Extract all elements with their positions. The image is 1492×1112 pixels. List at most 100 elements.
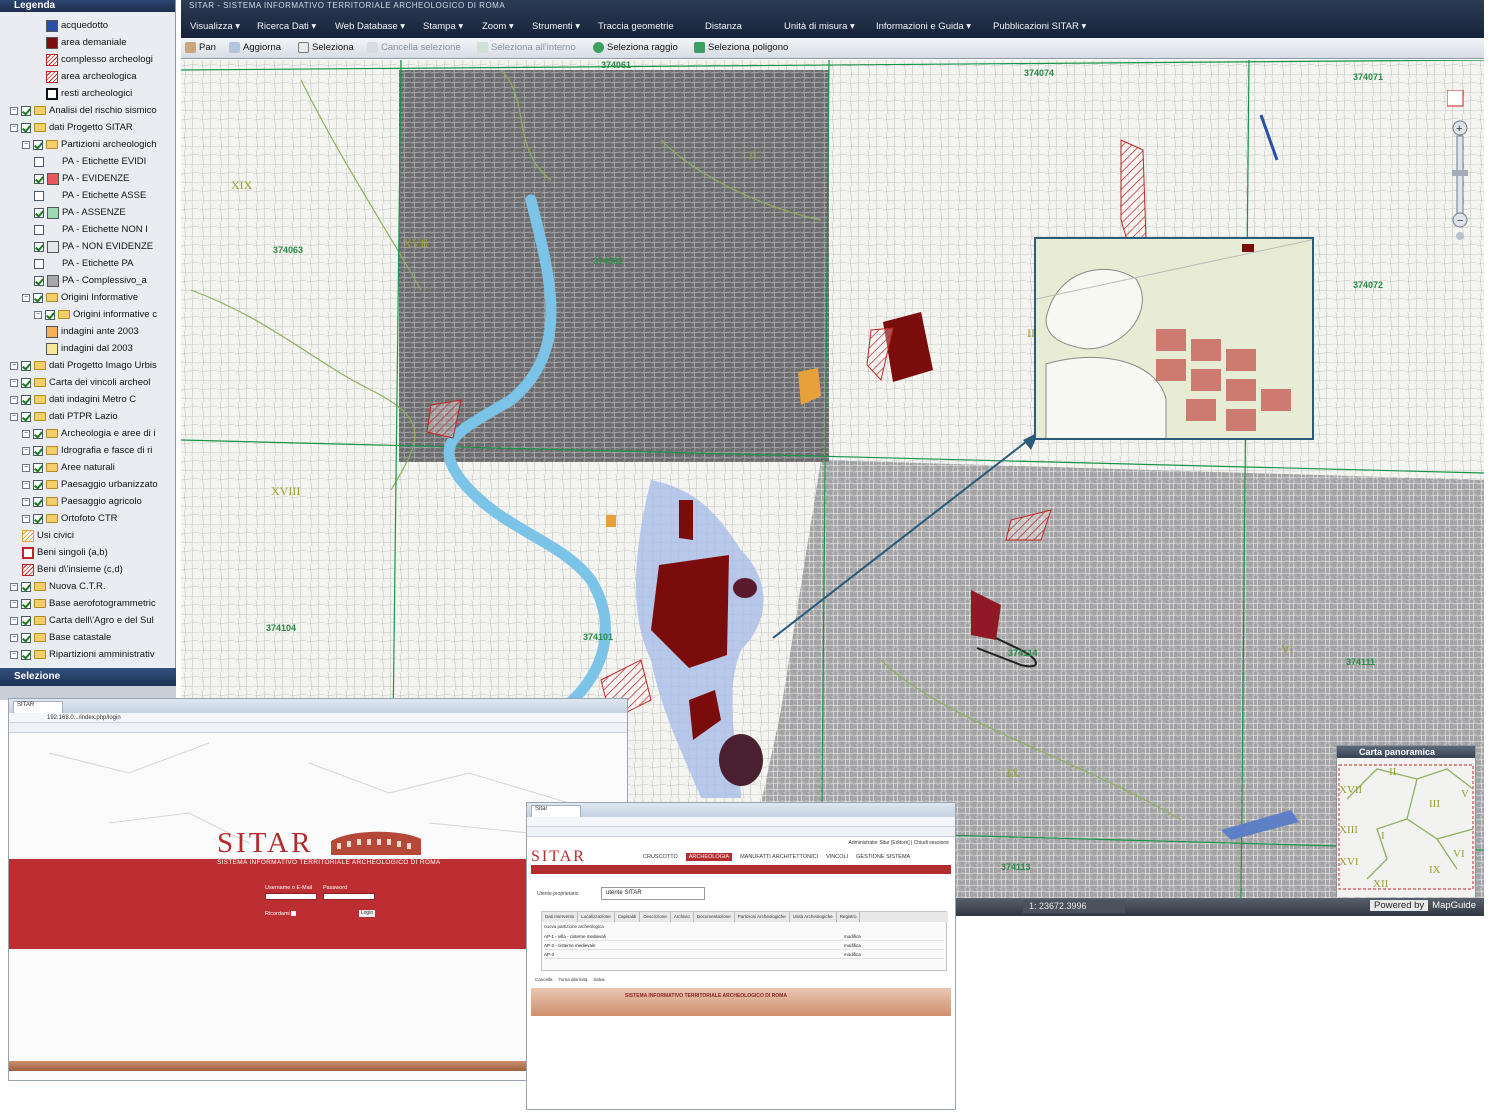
layer-checkbox[interactable] (21, 360, 31, 371)
address-bar[interactable]: 192.168.0.../index.php/login (9, 713, 627, 723)
select-button[interactable]: Seleziona (298, 42, 354, 53)
clear-selection-button[interactable]: Cancella selezione (367, 42, 461, 53)
remember-checkbox[interactable] (291, 911, 296, 916)
legend-item[interactable]: − dati Progetto SITAR (10, 119, 133, 136)
email-field[interactable] (265, 893, 317, 900)
layer-checkbox[interactable] (21, 394, 31, 405)
layer-checkbox[interactable] (34, 173, 44, 184)
select-polygon-button[interactable]: Seleziona poligono (694, 42, 788, 53)
legend-item[interactable]: − dati Progetto Imago Urbis (10, 357, 157, 374)
zoom-control[interactable]: + − (1446, 89, 1473, 240)
layer-checkbox[interactable] (33, 496, 43, 507)
legend-item[interactable]: PA - Etichette EVIDI (34, 153, 146, 170)
legend-item[interactable]: acquedotto (46, 17, 108, 34)
record-tab[interactable]: Descrizione (640, 912, 671, 922)
record-tab[interactable]: Partizioni Archeologiche (735, 912, 790, 922)
legend-item[interactable]: − Base aerofotogrammetric (10, 595, 156, 612)
record-tab[interactable]: Registro (837, 912, 861, 922)
record-tab[interactable]: Localizzazione (578, 912, 615, 922)
legend-item[interactable]: PA - Etichette NON I (34, 221, 148, 238)
layer-checkbox[interactable] (33, 479, 43, 490)
legend-item[interactable]: − Ripartizioni amministrativ (10, 646, 155, 663)
legend-item[interactable]: − Paesaggio agricolo (22, 493, 142, 510)
legend-item[interactable]: − Carta dei vincoli archeol (10, 374, 150, 391)
expand-toggle-icon[interactable]: − (22, 140, 30, 149)
layer-checkbox[interactable] (34, 207, 44, 218)
record-tab[interactable]: Archivio (671, 912, 694, 922)
table-row[interactable]: AP-3 modifica (544, 952, 944, 959)
expand-toggle-icon[interactable]: − (10, 582, 18, 591)
legend-item[interactable]: − Aree naturali (22, 459, 115, 476)
layer-checkbox[interactable] (21, 615, 31, 626)
password-field[interactable] (323, 893, 375, 900)
record-tabs[interactable]: Dati Intervento Localizzazione Capisaldi De… (542, 912, 948, 922)
expand-toggle-icon[interactable]: − (22, 514, 30, 523)
legend-item[interactable]: − Nuova C.T.R. (10, 578, 106, 595)
layer-checkbox[interactable] (45, 309, 55, 320)
legend-item[interactable]: PA - NON EVIDENZE (34, 238, 153, 255)
legend-item[interactable]: PA - ASSENZE (34, 204, 126, 221)
pan-button[interactable]: Pan (185, 42, 216, 53)
legend-item[interactable]: PA - Etichette ASSE (34, 187, 146, 204)
login-button[interactable]: Login (359, 910, 375, 917)
record-tab[interactable]: Documentazione (694, 912, 735, 922)
refresh-button[interactable]: Aggiorna (229, 42, 281, 53)
expand-toggle-icon[interactable]: − (22, 480, 30, 489)
legend-item[interactable]: − Carta dell\'Agro e del Sul (10, 612, 154, 629)
menu-item[interactable]: Unità di misura ▾ (784, 21, 855, 32)
legend-item[interactable]: Beni d\'insieme (c,d) (22, 561, 123, 578)
owner-field[interactable]: utente SITAR (601, 887, 705, 900)
menu-item[interactable]: Strumenti ▾ (532, 21, 580, 32)
expand-toggle-icon[interactable]: − (10, 633, 18, 642)
record-tab[interactable]: Dati Intervento (542, 912, 579, 922)
layer-checkbox[interactable] (21, 105, 31, 116)
record-tab[interactable]: Capisaldi (615, 912, 641, 922)
legend-item[interactable]: − Paesaggio urbanizzato (22, 476, 158, 493)
legend-item[interactable]: − Base catastale (10, 629, 111, 646)
menu-item[interactable]: Traccia geometrie (598, 21, 674, 32)
action-link[interactable]: Torna alla lista (559, 977, 588, 982)
legend-item[interactable]: − Archeologia e aree di i (22, 425, 156, 442)
layer-checkbox[interactable] (33, 428, 43, 439)
menu-item[interactable]: Distanza (705, 21, 742, 32)
action-link[interactable]: Cancella (535, 977, 553, 982)
menu-item[interactable]: Informazioni e Guida ▾ (876, 21, 971, 32)
edit-link[interactable]: modifica (844, 934, 861, 939)
expand-toggle-icon[interactable]: − (22, 293, 30, 302)
address-bar[interactable] (527, 817, 955, 827)
nav-item[interactable]: CRUSCOTTO (643, 854, 678, 860)
expand-toggle-icon[interactable]: − (22, 429, 30, 438)
browser-tab[interactable]: Sitar (531, 805, 581, 817)
layer-checkbox[interactable] (21, 581, 31, 592)
menu-item[interactable]: Visualizza ▾ (190, 21, 240, 32)
layer-checkbox[interactable] (21, 649, 31, 660)
layer-checkbox[interactable] (34, 275, 44, 286)
layer-checkbox[interactable] (34, 156, 44, 167)
expand-toggle-icon[interactable]: − (22, 463, 30, 472)
selection-panel-header[interactable]: Selezione (0, 668, 176, 686)
legend-item[interactable]: indagini ante 2003 (46, 323, 139, 340)
layer-checkbox[interactable] (33, 139, 43, 150)
legend-item[interactable]: − Ortofoto CTR (22, 510, 118, 527)
legend-item[interactable]: − Origini Informative (22, 289, 138, 306)
layer-checkbox[interactable] (33, 445, 43, 456)
subnav-item[interactable]: Partizione archeologica (585, 874, 637, 880)
layer-checkbox[interactable] (34, 241, 44, 252)
legend-item[interactable]: resti archeologici (46, 85, 132, 102)
nav-item[interactable]: MANUFATTI ARCHITETTONICI (740, 854, 818, 860)
browser-tab[interactable]: SITAR (13, 701, 63, 713)
legend-item[interactable]: indagini dal 2003 (46, 340, 133, 357)
legend-item[interactable]: − Idrografia e fasce di ri (22, 442, 152, 459)
legend-item[interactable]: PA - Etichette PA (34, 255, 133, 272)
layer-checkbox[interactable] (34, 224, 44, 235)
overview-panel[interactable]: Carta panoramica II XVII III V I XIII XVI VI IX X… (1336, 745, 1476, 897)
expand-toggle-icon[interactable]: − (22, 497, 30, 506)
legend-item[interactable]: − dati PTPR Lazio (10, 408, 118, 425)
expand-toggle-icon[interactable]: − (10, 123, 18, 132)
edit-link[interactable]: modifica (844, 952, 861, 957)
layer-checkbox[interactable] (34, 190, 44, 201)
subnav-item[interactable]: Origine informazione (535, 874, 581, 880)
menu-item[interactable]: Ricerca Dati ▾ (257, 21, 316, 32)
table-row[interactable]: AP-2 - cisterne medievale modifica (544, 943, 944, 950)
layer-checkbox[interactable] (21, 632, 31, 643)
